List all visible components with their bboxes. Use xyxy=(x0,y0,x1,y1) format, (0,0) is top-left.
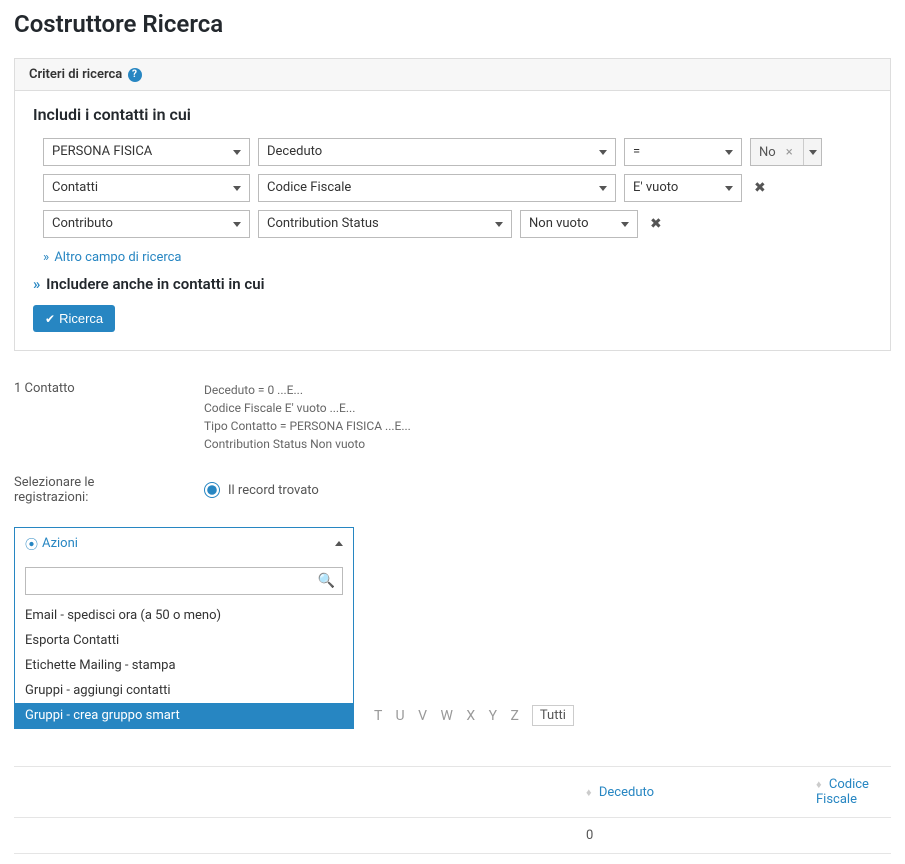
table-header-empty xyxy=(14,767,574,818)
table-cell-codice-fiscale xyxy=(804,818,891,854)
summary-line: Tipo Contatto = PERSONA FISICA ...E... xyxy=(204,417,411,435)
add-search-field-label: Altro campo di ricerca xyxy=(54,250,181,265)
raquo-icon: » xyxy=(33,275,40,293)
field-select[interactable]: Contribution Status xyxy=(258,210,512,238)
chevron-down-icon xyxy=(233,150,241,155)
sort-icon: ♦ xyxy=(586,786,592,799)
search-button-label: Ricerca xyxy=(59,311,103,326)
criteria-row: Contatti Codice Fiscale E' vuoto ✖ xyxy=(43,174,872,202)
chevron-down-icon[interactable] xyxy=(803,139,817,165)
operator-value: E' vuoto xyxy=(633,175,678,201)
operator-select[interactable]: E' vuoto xyxy=(624,174,742,202)
actions-label: Azioni xyxy=(42,536,78,551)
chevron-down-icon xyxy=(621,222,629,227)
help-icon[interactable]: ? xyxy=(128,68,142,82)
actions-list[interactable]: Email - spedisci ora (a 50 o meno)Esport… xyxy=(15,603,353,728)
summary-line: Contribution Status Non vuoto xyxy=(204,435,411,453)
include-also-section[interactable]: » Includere anche in contatti in cui xyxy=(33,275,872,293)
summary-line: Deceduto = 0 ...E... xyxy=(204,381,411,399)
clear-value-icon[interactable]: × xyxy=(782,145,797,160)
search-criteria-panel: Includi i contatti in cui PERSONA FISICA… xyxy=(14,90,891,351)
chevron-down-icon xyxy=(725,186,733,191)
remove-criteria-icon[interactable]: ✖ xyxy=(646,216,666,232)
search-icon: 🔍 xyxy=(318,573,335,589)
gear-icon: ⦿ xyxy=(25,534,38,553)
result-count-label: 1 Contatto xyxy=(14,381,164,453)
actions-option[interactable]: Email - spedisci ora (a 50 o meno) xyxy=(15,603,353,628)
search-criteria-heading[interactable]: Criteri di ricerca ? xyxy=(14,58,891,90)
entity-type-select[interactable]: Contatti xyxy=(43,174,250,202)
add-search-field-link[interactable]: » Altro campo di ricerca xyxy=(43,250,872,265)
value-tag[interactable]: No × xyxy=(750,138,822,166)
alpha-all-button[interactable]: Tutti xyxy=(532,705,574,726)
criteria-row: Contributo Contribution Status Non vuoto… xyxy=(43,210,872,238)
chevron-down-icon xyxy=(599,186,607,191)
actions-search-input[interactable] xyxy=(25,567,343,595)
table-header-codice-fiscale[interactable]: ♦ Codice Fiscale xyxy=(804,767,891,818)
actions-dropdown[interactable]: ⦿ Azioni 🔍 Email - spedisci ora (a 50 o … xyxy=(14,527,354,729)
results-table: ♦ Deceduto ♦ Codice Fiscale 0 xyxy=(14,766,891,854)
chevron-down-icon xyxy=(233,186,241,191)
select-records-label: Selezionare le registrazioni: xyxy=(14,475,164,505)
chevron-down-icon xyxy=(233,222,241,227)
actions-option[interactable]: Esporta Contatti xyxy=(15,628,353,653)
actions-option[interactable]: Gruppi - aggiungi contatti xyxy=(15,678,353,703)
value-tag-label: No xyxy=(759,145,776,160)
raquo-icon: » xyxy=(43,250,49,265)
include-contacts-heading: Includi i contatti in cui xyxy=(33,105,872,124)
chevron-down-icon xyxy=(599,150,607,155)
operator-select[interactable]: = xyxy=(624,138,742,166)
field-select[interactable]: Deceduto xyxy=(258,138,616,166)
criteria-summary: Deceduto = 0 ...E... Codice Fiscale E' v… xyxy=(204,381,411,453)
include-also-label: Includere anche in contatti in cui xyxy=(46,275,264,293)
sort-icon: ♦ xyxy=(816,778,822,791)
entity-type-select[interactable]: Contributo xyxy=(43,210,250,238)
actions-option[interactable]: Etichette Mailing - stampa xyxy=(15,653,353,678)
operator-select[interactable]: Non vuoto xyxy=(520,210,638,238)
select-records-radio[interactable]: Il record trovato xyxy=(204,482,319,498)
field-value: Contribution Status xyxy=(267,211,379,237)
entity-type-value: Contatti xyxy=(52,175,98,201)
check-icon: ✔ xyxy=(45,312,55,326)
chevron-down-icon xyxy=(725,150,733,155)
remove-criteria-icon[interactable]: ✖ xyxy=(750,180,770,196)
entity-type-value: Contributo xyxy=(52,211,113,237)
criteria-row: PERSONA FISICA Deceduto = No × xyxy=(43,138,872,166)
found-record-radio[interactable] xyxy=(204,482,220,498)
search-button[interactable]: ✔ Ricerca xyxy=(33,305,115,332)
found-record-label: Il record trovato xyxy=(228,483,319,498)
alpha-letters[interactable]: T U V W X Y Z xyxy=(374,708,524,724)
operator-value: = xyxy=(633,139,640,165)
chevron-down-icon xyxy=(495,222,503,227)
table-row[interactable]: 0 xyxy=(14,818,891,854)
results-area: 1 Contatto Deceduto = 0 ...E... Codice F… xyxy=(14,381,891,854)
field-select[interactable]: Codice Fiscale xyxy=(258,174,616,202)
page-title: Costruttore Ricerca xyxy=(14,10,891,38)
actions-dropdown-header[interactable]: ⦿ Azioni xyxy=(15,528,353,559)
criteria-heading-label: Criteri di ricerca xyxy=(29,67,122,82)
entity-type-value: PERSONA FISICA xyxy=(52,139,152,165)
actions-option[interactable]: Gruppi - crea gruppo smart xyxy=(15,703,353,728)
chevron-up-icon xyxy=(335,541,343,546)
summary-line: Codice Fiscale E' vuoto ...E... xyxy=(204,399,411,417)
alpha-pager: T U V W X Y Z Tutti xyxy=(374,705,891,726)
field-value: Codice Fiscale xyxy=(267,175,351,201)
field-value: Deceduto xyxy=(267,139,322,165)
table-cell xyxy=(14,818,574,854)
entity-type-select[interactable]: PERSONA FISICA xyxy=(43,138,250,166)
operator-value: Non vuoto xyxy=(529,211,589,237)
table-cell-deceduto: 0 xyxy=(574,818,804,854)
table-header-deceduto[interactable]: ♦ Deceduto xyxy=(574,767,804,818)
